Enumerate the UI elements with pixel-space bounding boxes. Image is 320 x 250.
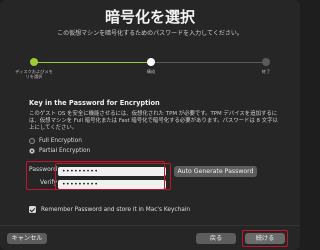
partial-encryption-label: Partial Encryption bbox=[39, 148, 91, 154]
encryption-description: このゲスト OS を安全に機能させるには、仮想化された TPM が必要です。TP… bbox=[29, 111, 278, 131]
page-subtitle: この仮想マシンを暗号化するためのパスワードを入力してください。 bbox=[57, 30, 243, 37]
progress-stepper: ディスクおよびメモ リを選択 構成 終了 bbox=[15, 58, 270, 79]
stepper-line-pending bbox=[151, 62, 266, 63]
step-2-dot bbox=[147, 58, 155, 66]
back-button[interactable]: 戻る bbox=[196, 233, 236, 244]
encryption-heading: Key in the Password for Encryption bbox=[29, 99, 160, 107]
footer-divider bbox=[0, 225, 300, 226]
remember-password-checkbox[interactable] bbox=[29, 206, 36, 213]
continue-highlight-box bbox=[242, 230, 288, 247]
full-encryption-label: Full Encryption bbox=[39, 138, 82, 144]
step-1-label: ディスクおよびメモ リを選択 bbox=[9, 69, 59, 79]
partial-encryption-option[interactable]: Partial Encryption bbox=[29, 148, 90, 154]
cancel-button[interactable]: キャンセル bbox=[7, 233, 47, 244]
partial-encryption-radio[interactable] bbox=[29, 148, 35, 154]
remember-password-option[interactable]: Remember Password and store it in Mac's … bbox=[29, 206, 190, 213]
stepper-line-done bbox=[34, 62, 151, 63]
step-2-label: 構成 bbox=[146, 69, 156, 74]
step-3-label: 終了 bbox=[261, 69, 271, 74]
auto-generate-password-button[interactable]: Auto Generate Password bbox=[174, 166, 257, 177]
full-encryption-option[interactable]: Full Encryption bbox=[29, 138, 82, 144]
step-1-dot bbox=[30, 58, 38, 66]
full-encryption-radio[interactable] bbox=[29, 138, 35, 144]
page-title: 暗号化を選択 bbox=[104, 8, 195, 26]
step-1-label-line2: リを選択 bbox=[25, 74, 43, 79]
inputs-highlight-box bbox=[55, 163, 171, 190]
step-3-dot bbox=[262, 58, 270, 66]
encryption-dialog: 暗号化を選択 この仮想マシンを暗号化するためのパスワードを入力してください。 デ… bbox=[0, 0, 300, 250]
remember-password-label: Remember Password and store it in Mac's … bbox=[41, 206, 191, 213]
